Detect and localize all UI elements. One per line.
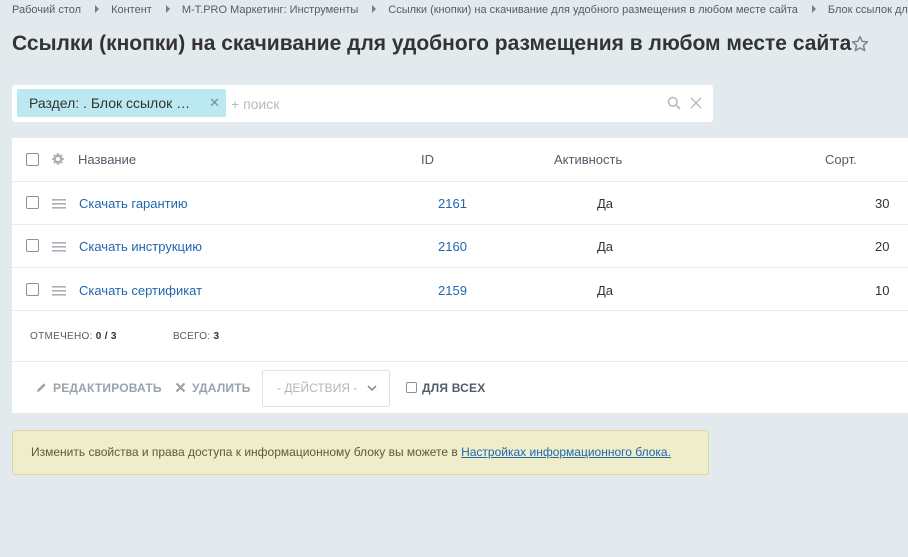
row-sort: 20: [875, 239, 890, 254]
breadcrumb-item-desktop[interactable]: Рабочий стол: [12, 4, 81, 16]
filter-tag-label: Раздел: . Блок ссылок …: [29, 95, 191, 111]
row-active: Да: [597, 239, 614, 254]
row-checkbox[interactable]: [26, 283, 39, 296]
select-all-checkbox[interactable]: [26, 153, 39, 166]
delete-button-label: УДАЛИТЬ: [192, 381, 251, 395]
breadcrumb-separator-icon: [811, 5, 816, 13]
search-input[interactable]: [231, 90, 651, 117]
drag-handle-icon[interactable]: [52, 199, 66, 209]
elements-grid: Название ID Активность Сорт. Скачать гар…: [12, 138, 908, 413]
delete-icon: [175, 382, 186, 393]
chevron-down-icon: [367, 385, 377, 392]
pencil-icon: [37, 383, 46, 392]
search-icon[interactable]: [667, 96, 681, 110]
row-active: Да: [597, 283, 614, 298]
row-active: Да: [597, 196, 614, 211]
filter-bar: Раздел: . Блок ссылок … ✕: [12, 85, 713, 122]
actions-select-value: - ДЕЙСТВИЯ -: [277, 381, 358, 395]
breadcrumb-item-marketing-tools[interactable]: M-T.PRO Маркетинг: Инструменты: [182, 4, 358, 16]
info-notice: Изменить свойства и права доступа к инфо…: [12, 430, 709, 475]
total-counter-value: 3: [213, 331, 220, 342]
row-name-link[interactable]: Скачать инструкцию: [79, 239, 202, 254]
total-counter-label: ВСЕГО:: [172, 331, 211, 342]
iblock-settings-link[interactable]: Настройках информационного блока.: [461, 445, 671, 459]
column-header-id[interactable]: ID: [421, 152, 434, 167]
edit-button[interactable]: РЕДАКТИРОВАТЬ: [36, 362, 162, 414]
breadcrumb-separator-icon: [372, 5, 377, 13]
breadcrumb: Рабочий стол Контент M-T.PRO Маркетинг: Ин…: [12, 4, 908, 18]
column-header-name[interactable]: Название: [78, 152, 136, 167]
for-all-toggle[interactable]: ДЛЯ ВСЕХ: [406, 362, 485, 414]
row-sort: 10: [875, 283, 890, 298]
grid-header: Название ID Активность Сорт.: [12, 138, 908, 182]
edit-button-label: РЕДАКТИРОВАТЬ: [53, 381, 162, 395]
breadcrumb-item-download-links[interactable]: Ссылки (кнопки) на скачивание для удобно…: [388, 4, 798, 16]
breadcrumb-item-content[interactable]: Контент: [111, 4, 152, 16]
breadcrumb-separator-icon: [95, 5, 100, 13]
drag-handle-icon[interactable]: [52, 286, 66, 296]
page-title: Ссылки (кнопки) на скачивание для удобно…: [12, 32, 852, 55]
column-header-sort[interactable]: Сорт.: [825, 152, 857, 167]
table-row[interactable]: Скачать сертификат 2159 Да 10: [12, 268, 908, 311]
row-name-link[interactable]: Скачать сертификат: [79, 283, 202, 298]
selected-counter-label: ОТМЕЧЕНО:: [30, 331, 93, 342]
breadcrumb-separator-icon: [165, 5, 170, 13]
actions-select[interactable]: - ДЕЙСТВИЯ -: [262, 370, 390, 407]
action-panel: РЕДАКТИРОВАТЬ УДАЛИТЬ - ДЕЙСТВИЯ - ДЛЯ В…: [12, 361, 908, 413]
for-all-label: ДЛЯ ВСЕХ: [422, 381, 486, 395]
filter-tag-section[interactable]: Раздел: . Блок ссылок … ✕: [17, 89, 226, 117]
table-row[interactable]: Скачать инструкцию 2160 Да 20: [12, 225, 908, 268]
gear-icon[interactable]: [51, 152, 65, 166]
grid-counters: ОТМЕЧЕНО: 0 / 3 ВСЕГО: 3: [30, 331, 219, 342]
row-sort: 30: [875, 196, 890, 211]
row-checkbox[interactable]: [26, 239, 39, 252]
breadcrumb-item-links-block[interactable]: Блок ссылок для скачивания: [828, 4, 908, 16]
close-icon[interactable]: [690, 97, 702, 109]
row-id-link[interactable]: 2160: [438, 239, 467, 254]
drag-handle-icon[interactable]: [52, 242, 66, 252]
delete-button[interactable]: УДАЛИТЬ: [175, 362, 251, 414]
table-row[interactable]: Скачать гарантию 2161 Да 30: [12, 182, 908, 225]
column-header-active[interactable]: Активность: [554, 152, 622, 167]
close-icon[interactable]: ✕: [209, 89, 220, 117]
row-id-link[interactable]: 2159: [438, 283, 467, 298]
row-id-link[interactable]: 2161: [438, 196, 467, 211]
for-all-checkbox[interactable]: [406, 382, 417, 393]
selected-counter-value: 0 / 3: [95, 331, 117, 342]
row-name-link[interactable]: Скачать гарантию: [79, 196, 188, 211]
star-icon[interactable]: [850, 34, 870, 54]
row-checkbox[interactable]: [26, 196, 39, 209]
notice-text: Изменить свойства и права доступа к инфо…: [31, 445, 462, 459]
